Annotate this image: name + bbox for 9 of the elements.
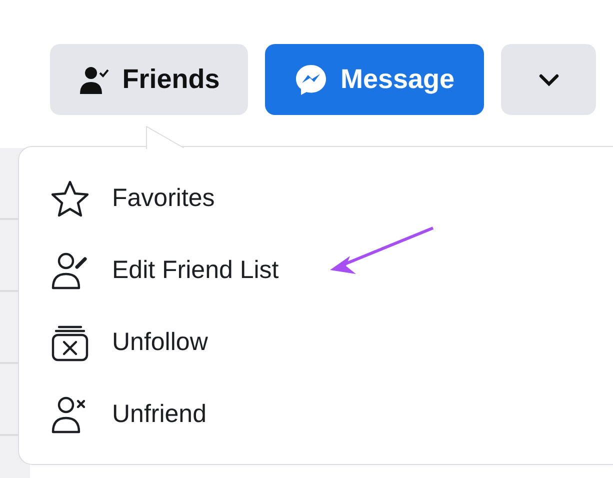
menu-item[interactable]: Unfollow [49,307,208,379]
menu-item[interactable]: Favorites [49,163,215,235]
menu-item[interactable]: Edit Friend List [49,235,279,307]
friends-button[interactable]: Friends [50,44,248,115]
menu-item[interactable]: Unfriend [49,379,206,451]
chevron-down-icon [538,72,560,86]
messenger-icon [294,62,328,96]
message-button[interactable]: Message [265,44,484,115]
more-options-button[interactable] [501,44,596,115]
